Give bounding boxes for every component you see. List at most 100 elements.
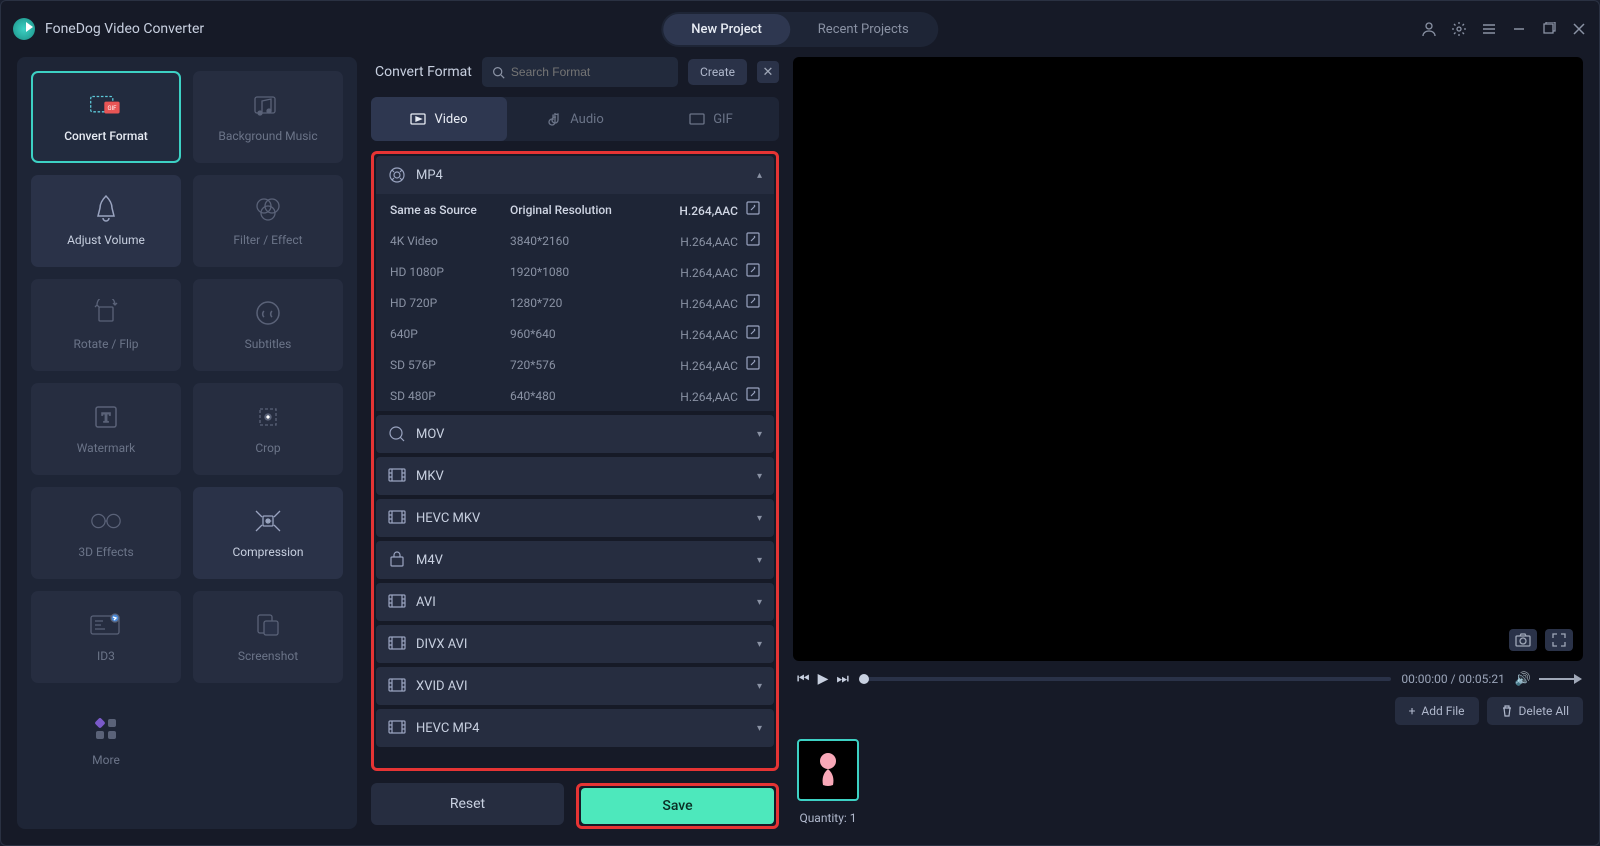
edit-icon[interactable] [746,232,760,246]
crop-icon [251,403,285,431]
subtitles-icon [251,299,285,327]
edit-icon[interactable] [746,294,760,308]
edit-icon[interactable] [746,201,760,215]
next-button[interactable]: ⏭ [836,671,849,687]
format-icon [388,551,406,569]
tool-convert-format[interactable]: GIF Convert Format [31,71,181,163]
thumbnail-item[interactable]: Quantity: 1 [797,739,859,825]
chevron-down-icon: ▾ [757,555,762,566]
edit-icon[interactable] [746,263,760,277]
format-type-tabs: Video Audio GIF [371,97,779,141]
reset-button[interactable]: Reset [371,783,564,825]
compression-icon [251,507,285,535]
tab-new-project[interactable]: New Project [663,14,790,45]
maximize-icon[interactable] [1541,21,1557,37]
save-button[interactable]: Save [581,788,774,824]
format-group-head[interactable]: HEVC MKV▾ [376,499,774,537]
tool-compression[interactable]: Compression [193,487,343,579]
progress-handle[interactable] [859,674,869,684]
format-icon [388,677,406,695]
screenshot-icon [251,611,285,639]
tool-label: Convert Format [64,129,148,143]
tool-label: Adjust Volume [67,233,145,247]
video-preview[interactable] [793,57,1583,661]
tool-adjust-volume[interactable]: Adjust Volume [31,175,181,267]
tab-video[interactable]: Video [371,97,507,141]
tool-filter-effect[interactable]: Filter / Effect [193,175,343,267]
tool-screenshot[interactable]: Screenshot [193,591,343,683]
tool-id3[interactable]: ID3 [31,591,181,683]
more-icon [89,715,123,743]
format-group-divx-avi: DIVX AVI▾ [376,625,774,663]
format-group-head[interactable]: HEVC MP4▾ [376,709,774,747]
format-row[interactable]: SD 576P720*576H.264,AAC [376,349,774,380]
tab-audio[interactable]: Audio [507,97,643,141]
preview-panel: ⏮ ▶ ⏭ 00:00:00 / 00:05:21 🔊 +Add File De… [793,57,1583,829]
tab-gif[interactable]: GIF [643,97,779,141]
tool-3d-effects[interactable]: 3D Effects [31,487,181,579]
tab-recent-projects[interactable]: Recent Projects [790,14,937,45]
snapshot-button[interactable] [1509,629,1537,651]
add-file-button[interactable]: +Add File [1395,697,1479,725]
format-row[interactable]: SD 480P640*480H.264,AAC [376,380,774,411]
format-group-mp4: MP4▴Same as SourceOriginal ResolutionH.2… [376,156,774,411]
rotate-flip-icon [89,299,123,327]
tool-label: Compression [232,545,303,559]
format-row[interactable]: HD 720P1280*720H.264,AAC [376,287,774,318]
menu-icon[interactable] [1481,21,1497,37]
format-group-head-mp4[interactable]: MP4▴ [376,156,774,194]
edit-icon[interactable] [746,325,760,339]
tool-label: Subtitles [245,337,292,351]
delete-all-button[interactable]: Delete All [1487,697,1583,725]
thumbnail-image [797,739,859,801]
create-button[interactable]: Create [688,59,747,85]
edit-icon[interactable] [746,387,760,401]
player-controls: ⏮ ▶ ⏭ 00:00:00 / 00:05:21 🔊 [793,671,1583,687]
search-input-field[interactable] [511,65,668,79]
prev-button[interactable]: ⏮ [797,671,810,687]
format-group-head[interactable]: DIVX AVI▾ [376,625,774,663]
tool-label: Screenshot [238,649,298,663]
tool-subtitles[interactable]: Subtitles [193,279,343,371]
format-group-head[interactable]: MOV▾ [376,415,774,453]
format-row[interactable]: HD 1080P1920*1080H.264,AAC [376,256,774,287]
volume-slider[interactable] [1539,678,1579,680]
play-button[interactable]: ▶ [818,671,829,687]
gif-icon [689,111,705,127]
settings-icon[interactable] [1451,21,1467,37]
tool-watermark[interactable]: TWatermark [31,383,181,475]
search-format-input[interactable] [482,57,678,87]
tool-crop[interactable]: Crop [193,383,343,475]
tool-more[interactable]: More [31,695,181,787]
user-icon[interactable] [1421,21,1437,37]
minimize-icon[interactable] [1511,21,1527,37]
edit-icon[interactable] [746,356,760,370]
tool-background-music[interactable]: Background Music [193,71,343,163]
format-row[interactable]: 4K Video3840*2160H.264,AAC [376,225,774,256]
mp4-icon [388,166,406,184]
volume-icon[interactable]: 🔊 [1515,672,1531,687]
format-group-head[interactable]: XVID AVI▾ [376,667,774,705]
time-display: 00:00:00 / 00:05:21 [1401,672,1504,686]
format-row[interactable]: 640P960*640H.264,AAC [376,318,774,349]
convert-format-icon: GIF [89,91,123,119]
adjust-volume-icon [89,195,123,223]
format-group-hevc-mp4: HEVC MP4▾ [376,709,774,747]
close-icon[interactable] [1571,21,1587,37]
filter-effect-icon [251,195,285,223]
format-group-head[interactable]: M4V▾ [376,541,774,579]
titlebar: FoneDog Video Converter New Project Rece… [1,1,1599,57]
tool-rotate-flip[interactable]: Rotate / Flip [31,279,181,371]
format-group-head[interactable]: MKV▾ [376,457,774,495]
format-group-mkv: MKV▾ [376,457,774,495]
fullscreen-button[interactable] [1545,629,1573,651]
tool-label: 3D Effects [78,545,133,559]
close-panel-button[interactable]: ✕ [757,61,779,83]
format-row[interactable]: Same as SourceOriginal ResolutionH.264,A… [376,194,774,225]
format-group-head[interactable]: AVI▾ [376,583,774,621]
chevron-up-icon: ▴ [757,170,762,181]
format-list: MP4▴Same as SourceOriginal ResolutionH.2… [371,151,779,771]
tool-label: ID3 [97,649,115,663]
convert-format-panel: Convert Format Create ✕ Video Audio [371,57,779,829]
progress-bar[interactable] [859,677,1391,681]
